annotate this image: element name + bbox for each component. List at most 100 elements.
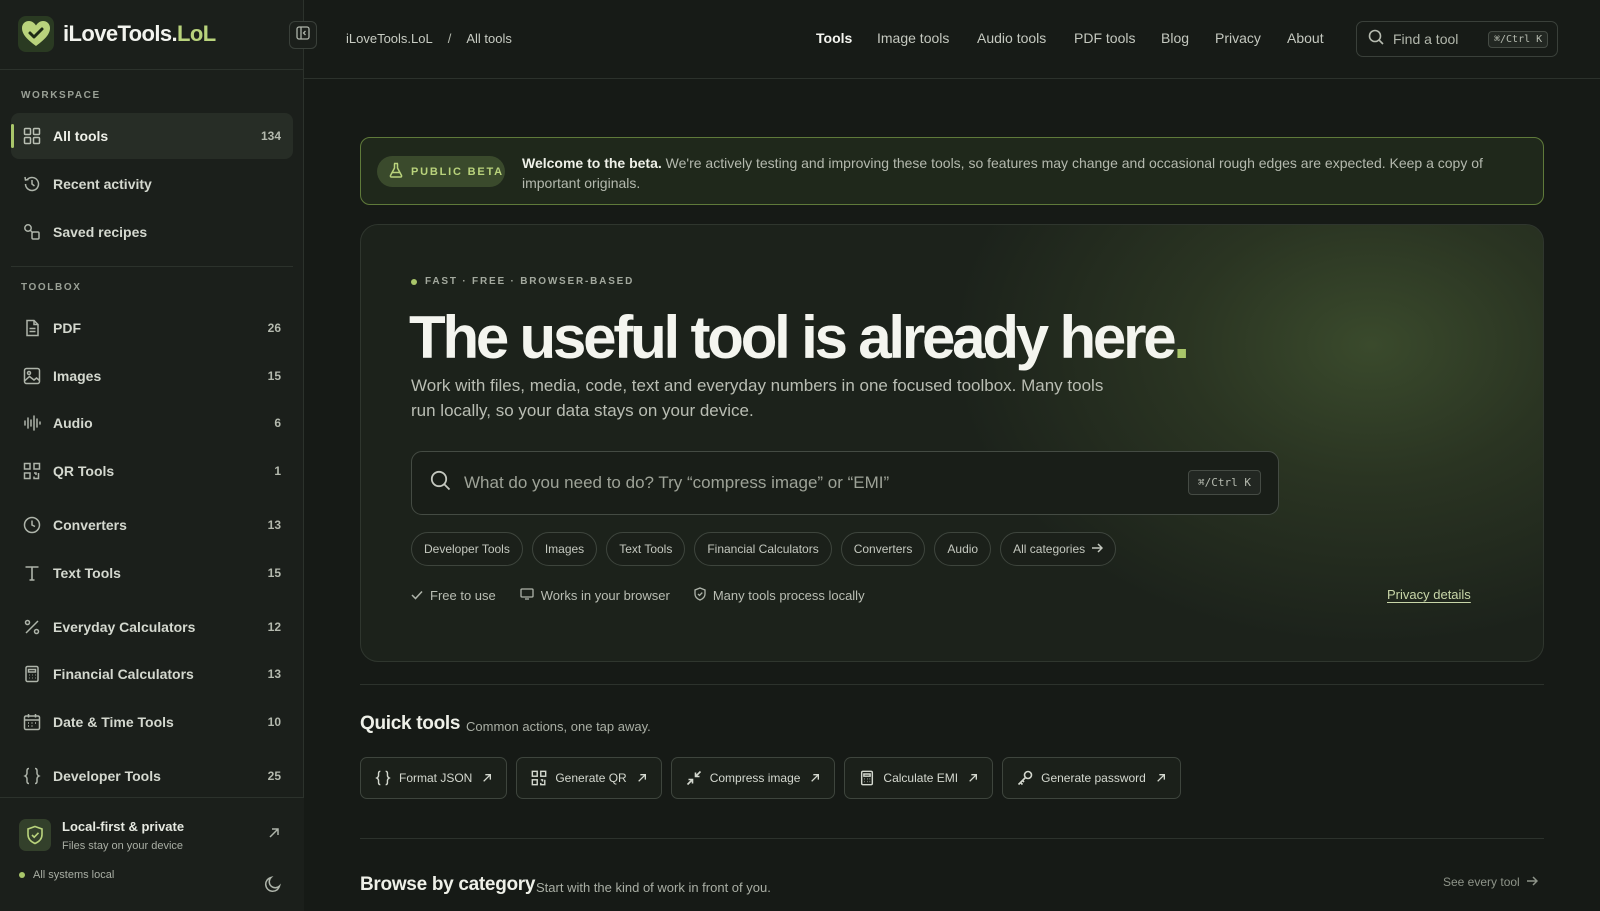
nav-audio-tools[interactable]: Audio tools [977,30,1046,46]
sidebar-item-financial-calculators[interactable]: Financial Calculators 13 [11,651,293,697]
chip-text-tools[interactable]: Text Tools [606,532,686,566]
sidebar-item-label: Converters [53,517,127,533]
hero-search-box[interactable]: ⌘/Ctrl K [411,451,1279,515]
quick-calculate-emi-button[interactable]: Calculate EMI [844,757,994,799]
quick-tools-title: Quick tools [360,713,461,734]
quick-generate-password-button[interactable]: Generate password [1002,757,1181,799]
nav-blog[interactable]: Blog [1161,30,1189,46]
browse-title: Browse by category [360,874,536,895]
public-beta-badge: PUBLIC BETA [377,156,505,187]
top-search-box[interactable]: ⌘/Ctrl K [1356,21,1558,57]
sidebar-item-count: 12 [267,620,281,634]
assurance-item: Works in your browser [520,587,670,604]
external-arrow-icon [810,773,820,783]
chip-converters[interactable]: Converters [840,532,926,566]
beta-message: Welcome to the beta. We're actively test… [522,153,1522,193]
chip-label: All categories [1013,542,1086,556]
sidebar-item-count: 1 [274,464,281,478]
sidebar-item-text-tools[interactable]: Text Tools 15 [11,550,293,596]
quick-tools-subtitle: Common actions, one tap away. [466,719,651,734]
brand-name: iLoveTools.LoL [63,21,216,46]
assurance-item: Many tools process locally [694,587,865,604]
assurance-text: Many tools process locally [712,588,865,603]
sidebar-item-count: 13 [267,518,281,532]
breadcrumb-separator: / [447,31,452,46]
workspace-section-label: WORKSPACE [21,90,101,101]
quick-tool-label: Generate QR [555,771,627,785]
sidebar-item-audio[interactable]: Audio 6 [11,400,293,446]
sidebar-item-label: PDF [53,320,81,336]
eyebrow-dot [411,278,417,285]
nav-about[interactable]: About [1287,30,1324,46]
shortcut-hint: ⌘/Ctrl K [1188,470,1261,495]
sidebar-item-all-tools[interactable]: All tools 134 [11,113,293,159]
chip-developer-tools[interactable]: Developer Tools [411,532,523,566]
sidebar-item-date-time-tools[interactable]: Date & Time Tools 10 [11,699,293,745]
sidebar-item-saved-recipes[interactable]: Saved recipes [11,209,293,255]
document-icon [22,318,42,338]
waveform-icon [22,413,42,433]
hero-subtitle: Work with files, media, code, text and e… [411,376,1104,420]
external-arrow-icon[interactable] [268,826,280,844]
quick-generate-qr-button[interactable]: Generate QR [516,757,662,799]
quick-format-json-button[interactable]: Format JSON [360,757,508,799]
breadcrumb-current: All tools [466,31,512,46]
assurance-text: Works in your browser [540,588,670,603]
sidebar-item-label: QR Tools [53,463,115,479]
chip-all-categories[interactable]: All categories [1000,532,1117,566]
brand-logo[interactable]: iLoveTools.LoL [18,16,216,52]
chip-audio[interactable]: Audio [934,532,992,566]
beta-banner: PUBLIC BETA Welcome to the beta. We're a… [360,137,1544,205]
arrow-right-icon [1091,542,1104,556]
privacy-card-title: Local-first & private [62,819,185,834]
external-arrow-icon [968,773,978,783]
sidebar-divider [0,69,304,70]
sidebar-item-count: 6 [274,416,281,430]
top-bar: iLoveTools.LoL / All tools Tools Image t… [304,0,1600,79]
external-arrow-icon [637,773,647,783]
nav-privacy[interactable]: Privacy [1215,30,1261,46]
sidebar-item-qr-tools[interactable]: QR Tools 1 [11,448,293,494]
breadcrumb-home[interactable]: iLoveTools.LoL [346,31,433,46]
sidebar-item-everyday-calculators[interactable]: Everyday Calculators 12 [11,604,293,650]
sidebar-divider [11,266,293,267]
nav-tools[interactable]: Tools [816,30,852,46]
chip-financial-calculators[interactable]: Financial Calculators [694,532,832,566]
compress-icon [686,770,702,786]
arrow-right-icon [1520,875,1538,889]
clock-icon [22,515,42,535]
hero-search-input[interactable] [464,473,1164,493]
assurance-text: Free to use [430,588,496,603]
sidebar-item-count: 13 [267,667,281,681]
chip-images[interactable]: Images [531,532,598,566]
collapse-sidebar-button[interactable] [289,21,317,49]
public-beta-label: PUBLIC BETA [411,165,504,178]
heart-logo-icon [18,16,54,52]
sidebar-item-count: 134 [260,129,281,143]
sidebar-item-label: Financial Calculators [53,666,194,682]
theme-toggle-moon-icon[interactable] [264,875,282,898]
nav-image-tools[interactable]: Image tools [877,30,949,46]
assurance-list: Free to use Works in your browser Many t… [411,587,889,604]
quick-compress-image-button[interactable]: Compress image [670,757,836,799]
key-icon [1017,770,1033,786]
breadcrumb: iLoveTools.LoL / All tools [346,31,512,46]
sidebar: iLoveTools.LoL WORKSPACE All tools 134 R… [0,0,304,911]
see-every-tool-link[interactable]: See every tool [1443,875,1538,889]
nav-pdf-tools[interactable]: PDF tools [1074,30,1135,46]
sidebar-item-developer-tools[interactable]: Developer Tools 25 [11,753,293,799]
hero-eyebrow: FAST · FREE · BROWSER-BASED [411,276,634,287]
privacy-details-link[interactable]: Privacy details [1387,587,1471,602]
shield-check-icon [694,587,713,604]
sidebar-item-recent-activity[interactable]: Recent activity [11,161,293,207]
qr-icon [22,461,42,481]
percent-icon [22,617,42,637]
sidebar-collapse-icon [296,25,310,45]
braces-icon [375,770,391,786]
sidebar-item-pdf[interactable]: PDF 26 [11,305,293,351]
sidebar-item-images[interactable]: Images 15 [11,353,293,399]
top-search-input[interactable] [1393,31,1488,47]
sidebar-item-converters[interactable]: Converters 13 [11,502,293,548]
hero-title-text: The useful tool is already here [409,304,1177,371]
quick-tool-label: Calculate EMI [883,771,959,785]
